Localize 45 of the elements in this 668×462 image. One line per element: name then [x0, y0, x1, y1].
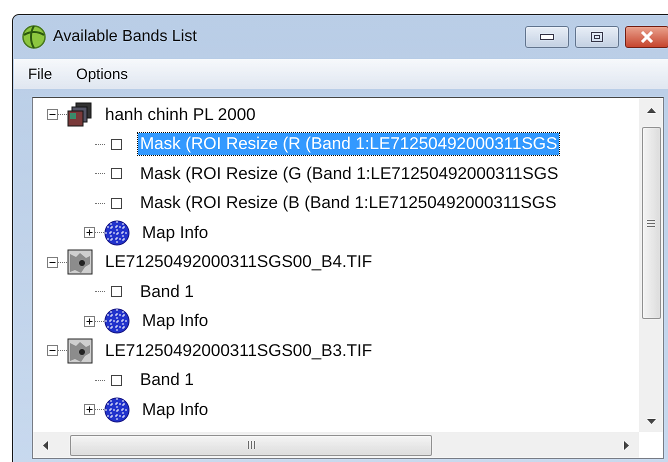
window-title: Available Bands List	[53, 28, 197, 46]
collapse-icon[interactable]	[47, 256, 58, 268]
band-icon	[111, 286, 122, 298]
tree-item[interactable]: LE71250492000311SGS00_B4.TIF	[103, 251, 374, 274]
globe-icon	[104, 308, 130, 334]
scroll-down-icon[interactable]	[646, 419, 656, 424]
grip-icon	[647, 220, 655, 226]
menu-item[interactable]: Options	[76, 66, 128, 82]
tree-item[interactable]: Map Info	[140, 398, 210, 421]
close-button[interactable]	[625, 26, 668, 48]
band-icon	[111, 198, 122, 209]
scrollbar-thumb[interactable]	[642, 127, 660, 319]
tree-item[interactable]: LE71250492000311SGS00_B3.TIF	[103, 340, 374, 362]
vertical-scrollbar[interactable]	[639, 98, 663, 432]
band-icon	[111, 168, 122, 180]
horizontal-scrollbar[interactable]	[33, 432, 639, 458]
expand-icon[interactable]	[84, 316, 95, 327]
close-icon	[640, 31, 654, 43]
expand-icon[interactable]	[84, 227, 95, 238]
tree-item[interactable]: Map Info	[140, 310, 210, 332]
tree-item[interactable]: Map Info	[140, 222, 210, 244]
band-icon	[111, 138, 122, 150]
collapse-icon[interactable]	[47, 345, 58, 356]
layers-icon	[67, 102, 93, 128]
grip-icon	[248, 441, 254, 449]
globe-icon	[22, 25, 46, 49]
tree-item[interactable]: Mask (ROI Resize (G (Band 1:LE71250492000311SGS	[138, 162, 560, 185]
band-icon	[111, 374, 122, 386]
tree-item[interactable]: Band 1	[138, 369, 196, 392]
tree-item[interactable]: Mask (ROI Resize (B (Band 1:LE71250492000311SGS	[138, 192, 558, 214]
globe-icon	[104, 396, 130, 423]
scroll-right-icon[interactable]	[624, 440, 629, 450]
scroll-left-icon[interactable]	[43, 440, 48, 450]
menu-item[interactable]: File	[28, 66, 52, 82]
collapse-icon[interactable]	[47, 109, 58, 120]
scroll-up-icon[interactable]	[646, 108, 656, 113]
maximize-button[interactable]	[575, 26, 619, 48]
maximize-icon	[591, 32, 603, 42]
globe-icon	[104, 220, 130, 246]
tree-item[interactable]: hanh chinh PL 2000	[103, 104, 258, 126]
minimize-icon	[540, 34, 554, 40]
expand-icon[interactable]	[84, 404, 95, 416]
scrollbar-thumb[interactable]	[70, 434, 432, 456]
minimize-button[interactable]	[525, 26, 569, 48]
tree-item[interactable]: Band 1	[138, 280, 196, 303]
